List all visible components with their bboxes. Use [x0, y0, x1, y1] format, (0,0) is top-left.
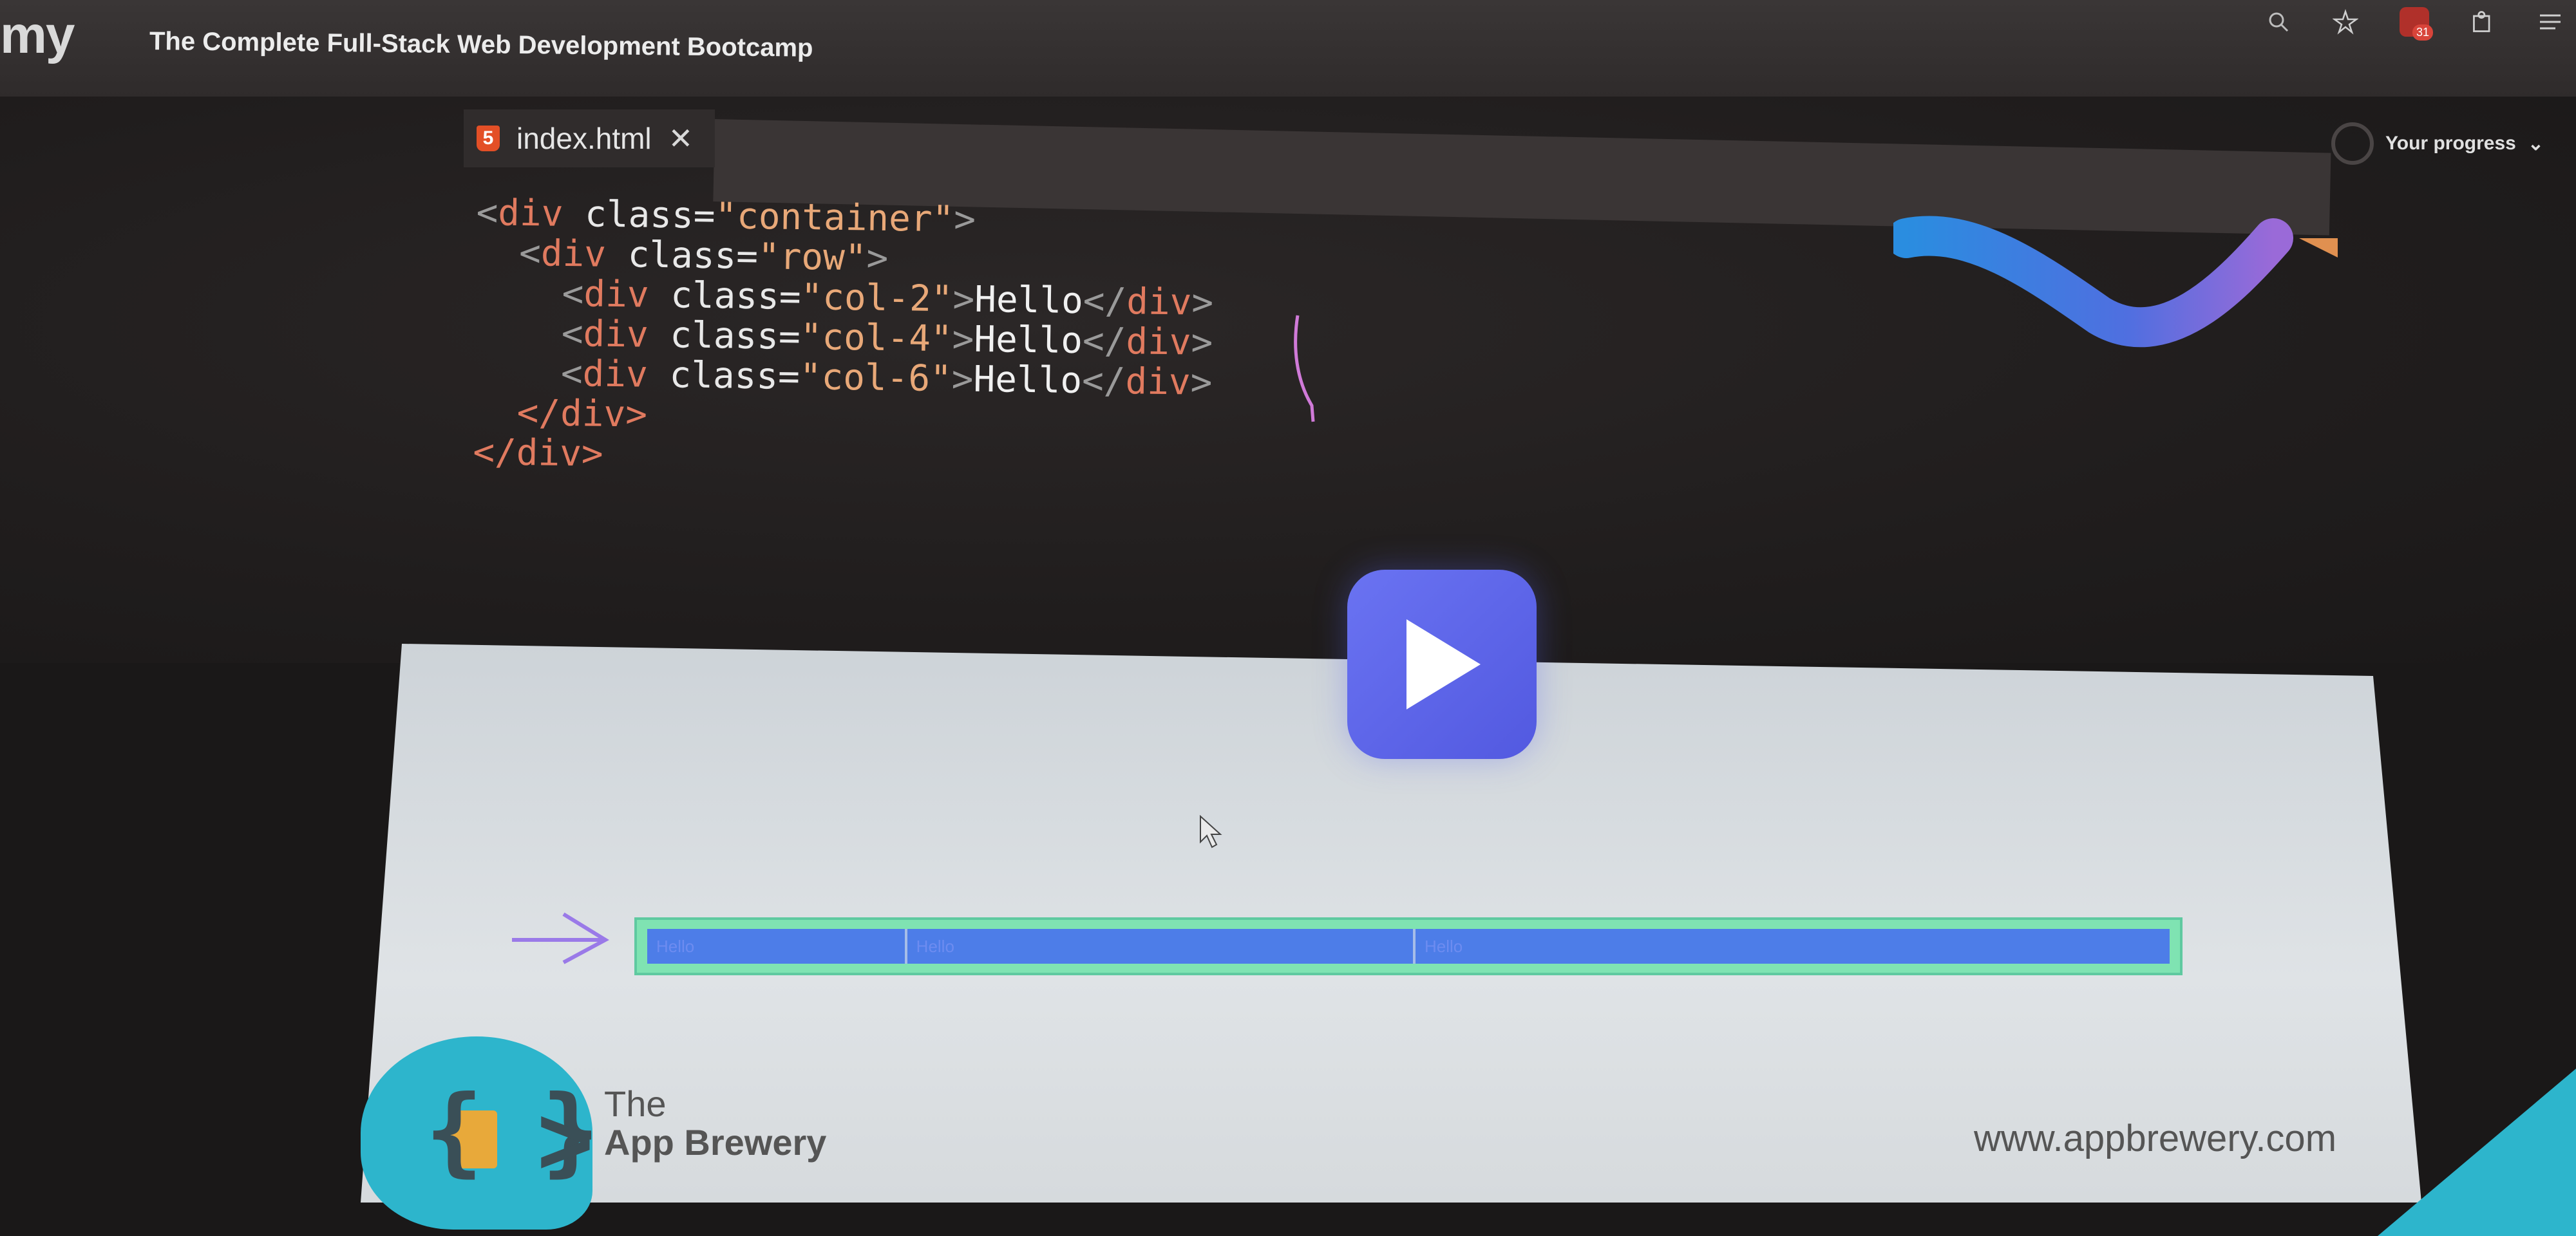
col-4: Hello [907, 929, 1416, 964]
attr-name: class [669, 354, 779, 398]
tag-name: div [583, 273, 650, 316]
tab-index-html[interactable]: 5 index.html ✕ [464, 109, 715, 167]
code-block: <div class="container"> <div class="row"… [472, 192, 1215, 483]
closing-tag: </div> [472, 431, 604, 475]
search-icon[interactable] [2266, 9, 2291, 35]
col-2: Hello [647, 929, 907, 964]
progress-dropdown[interactable]: Your progress ⌄ [2331, 122, 2544, 165]
attr-value: "container" [714, 195, 954, 241]
tag-name: div [497, 192, 564, 235]
chevron-down-icon: ⌄ [2527, 133, 2544, 154]
attr-name: class [669, 314, 779, 358]
pen-annotation [1294, 315, 1315, 422]
attr-value: "col-4" [800, 316, 953, 360]
element-text: Hello [974, 278, 1084, 323]
element-text: Hello [973, 318, 1083, 362]
row: Hello Hello Hello [647, 929, 2170, 964]
puzzle-icon[interactable] [2470, 9, 2496, 35]
chevron-right-icon: > [537, 1087, 594, 1195]
col-6: Hello [1416, 929, 2170, 964]
tag-name: div [540, 232, 607, 276]
app-brewery-logo: { } > The App Brewery [361, 1036, 850, 1230]
progress-ring-icon [2331, 122, 2374, 165]
close-icon[interactable]: ✕ [668, 121, 694, 156]
closing-tag: </div> [516, 391, 648, 436]
menu-icon[interactable] [2537, 9, 2563, 35]
decorative-wave [1893, 216, 2338, 348]
arrow-annotation [512, 912, 610, 964]
attr-name: class [670, 274, 780, 318]
attr-value: "row" [757, 236, 867, 279]
tag-name: div [582, 353, 649, 396]
html5-icon: 5 [477, 126, 500, 151]
play-icon [1406, 619, 1481, 709]
attr-name: class [584, 193, 694, 237]
play-button[interactable] [1347, 570, 1537, 759]
attr-value: "col-6" [799, 356, 952, 400]
logo-name: App Brewery [604, 1122, 827, 1163]
attr-name: class [627, 234, 737, 277]
attr-value: "col-2" [800, 276, 953, 321]
mouse-cursor-icon [1200, 815, 1222, 848]
tag-name: div [583, 313, 649, 356]
star-icon[interactable] [2333, 9, 2358, 35]
brand-logo-text[interactable]: my [0, 5, 75, 66]
extension-icon[interactable]: 31 [2400, 7, 2433, 41]
notification-badge: 31 [2412, 24, 2433, 41]
tag-name: div [1125, 360, 1191, 404]
tag-name: div [1125, 321, 1191, 364]
progress-label: Your progress [2385, 133, 2516, 154]
top-toolbar: 31 [2266, 3, 2563, 41]
element-text: Hello [973, 358, 1083, 402]
tab-label: index.html [516, 122, 652, 155]
course-header: my The Complete Full-Stack Web Developme… [0, 0, 2576, 97]
row-container: Hello Hello Hello [634, 917, 2183, 975]
site-url: www.appbrewery.com [1974, 1118, 2337, 1159]
logo-the: The [604, 1083, 667, 1124]
tag-name: div [1126, 281, 1192, 324]
course-title[interactable]: The Complete Full-Stack Web Development … [149, 27, 813, 63]
